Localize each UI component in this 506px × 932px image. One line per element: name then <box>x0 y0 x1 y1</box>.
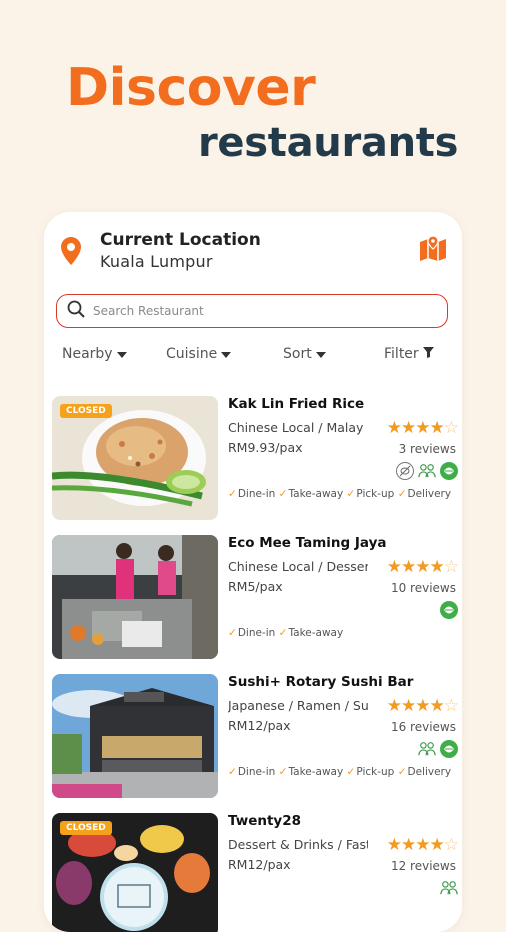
restaurant-panel: Current Location Kuala Lumpur Nearby Cui… <box>44 212 462 932</box>
restaurant-cuisine: Japanese / Ramen / Sushi <box>228 698 368 713</box>
rating-stars: ★★★★☆ <box>386 418 459 438</box>
feature-badges <box>396 462 458 480</box>
restaurant-price: RM12/pax <box>228 718 291 733</box>
check-icon: ✓ <box>228 488 237 500</box>
restaurant-photo <box>52 535 218 659</box>
restaurant-cuisine: Chinese Local / Dessert <box>228 559 368 574</box>
check-icon: ✓ <box>397 488 407 500</box>
check-icon: ✓ <box>346 766 356 778</box>
closed-badge: CLOSED <box>60 821 112 835</box>
check-icon: ✓ <box>228 627 237 639</box>
filter-sort[interactable]: Sort <box>283 346 326 362</box>
check-icon: ✓ <box>397 766 407 778</box>
restaurant-card[interactable]: Sushi+ Rotary Sushi Bar Japanese / Ramen… <box>52 674 462 813</box>
funnel-icon <box>422 346 434 362</box>
check-icon: ✓ <box>278 766 288 778</box>
check-icon: ✓ <box>228 766 237 778</box>
restaurant-card[interactable]: Eco Mee Taming Jaya Chinese Local / Dess… <box>52 535 462 674</box>
restaurant-name: Sushi+ Rotary Sushi Bar <box>228 674 414 690</box>
filter-label: Sort <box>283 346 312 362</box>
rating-stars: ★★★★☆ <box>386 696 459 716</box>
review-count: 3 reviews <box>398 442 456 456</box>
feature-badges <box>440 601 458 619</box>
filter-bar: Nearby Cuisine Sort Filter <box>44 346 462 370</box>
closed-badge: CLOSED <box>60 404 112 418</box>
check-icon: ✓ <box>278 627 288 639</box>
feature-badges <box>418 740 458 758</box>
restaurant-cuisine: Chinese Local / Malay <box>228 420 364 435</box>
restaurant-price: RM5/pax <box>228 579 283 594</box>
service-label: Dine-in <box>237 766 276 778</box>
service-label: Take-away <box>288 766 344 778</box>
restaurant-name: Kak Lin Fried Rice <box>228 396 365 412</box>
restaurant-cuisine: Dessert & Drinks / Fast Food <box>228 837 368 852</box>
filter-filter[interactable]: Filter <box>384 346 434 362</box>
rating-stars: ★★★★☆ <box>386 835 459 855</box>
service-options: ✓Dine-in ✓Take-away ✓Pick-up ✓Delivery <box>228 488 451 500</box>
location-pin-icon <box>60 236 82 270</box>
filter-label: Cuisine <box>166 346 218 362</box>
filter-cuisine[interactable]: Cuisine <box>166 346 232 362</box>
location-city[interactable]: Kuala Lumpur <box>100 252 213 271</box>
family-icon <box>440 879 458 897</box>
restaurant-photo: CLOSED <box>52 396 218 520</box>
service-label: Take-away <box>288 627 344 639</box>
family-icon <box>418 740 436 758</box>
restaurant-photo <box>52 674 218 798</box>
service-label: Take-away <box>288 488 344 500</box>
restaurant-name: Eco Mee Taming Jaya <box>228 535 387 551</box>
restaurant-price: RM9.93/pax <box>228 440 303 455</box>
family-icon <box>418 462 436 480</box>
no-pork-icon <box>396 462 414 480</box>
halal-icon <box>440 462 458 480</box>
review-count: 12 reviews <box>390 859 456 873</box>
caret-down-icon <box>116 352 127 358</box>
feature-badges <box>440 879 458 897</box>
restaurant-card[interactable]: CLOSED Kak Lin Fried Rice Chinese Local … <box>52 396 462 535</box>
filter-nearby[interactable]: Nearby <box>62 346 127 362</box>
review-count: 10 reviews <box>390 581 456 595</box>
search-input[interactable] <box>91 303 415 319</box>
caret-down-icon <box>221 352 232 358</box>
service-label: Delivery <box>407 488 452 500</box>
service-label: Dine-in <box>237 627 276 639</box>
restaurant-photo: CLOSED <box>52 813 218 932</box>
service-label: Pick-up <box>356 766 395 778</box>
rating-stars: ★★★★☆ <box>386 557 459 577</box>
search-icon <box>67 300 85 322</box>
location-title: Current Location <box>100 230 261 250</box>
halal-icon <box>440 740 458 758</box>
service-options: ✓Dine-in ✓Take-away <box>228 627 343 639</box>
service-label: Pick-up <box>356 488 395 500</box>
hero-title: Discover <box>66 58 316 118</box>
review-count: 16 reviews <box>390 720 456 734</box>
check-icon: ✓ <box>278 488 288 500</box>
service-options: ✓Dine-in ✓Take-away ✓Pick-up ✓Delivery <box>228 766 451 778</box>
service-label: Dine-in <box>237 488 276 500</box>
search-bar[interactable] <box>56 294 448 328</box>
restaurant-price: RM12/pax <box>228 857 291 872</box>
restaurant-card[interactable]: CLOSED Twenty28 Dessert & Drinks / Fast … <box>52 813 462 932</box>
service-label: Delivery <box>407 766 452 778</box>
filter-label: Filter <box>384 346 419 362</box>
caret-down-icon <box>315 352 326 358</box>
restaurant-list: CLOSED Kak Lin Fried Rice Chinese Local … <box>52 396 462 932</box>
filter-label: Nearby <box>62 346 113 362</box>
check-icon: ✓ <box>346 488 356 500</box>
map-icon[interactable] <box>418 234 448 266</box>
halal-icon <box>440 601 458 619</box>
hero-subtitle: restaurants <box>198 120 459 166</box>
restaurant-name: Twenty28 <box>228 813 302 829</box>
